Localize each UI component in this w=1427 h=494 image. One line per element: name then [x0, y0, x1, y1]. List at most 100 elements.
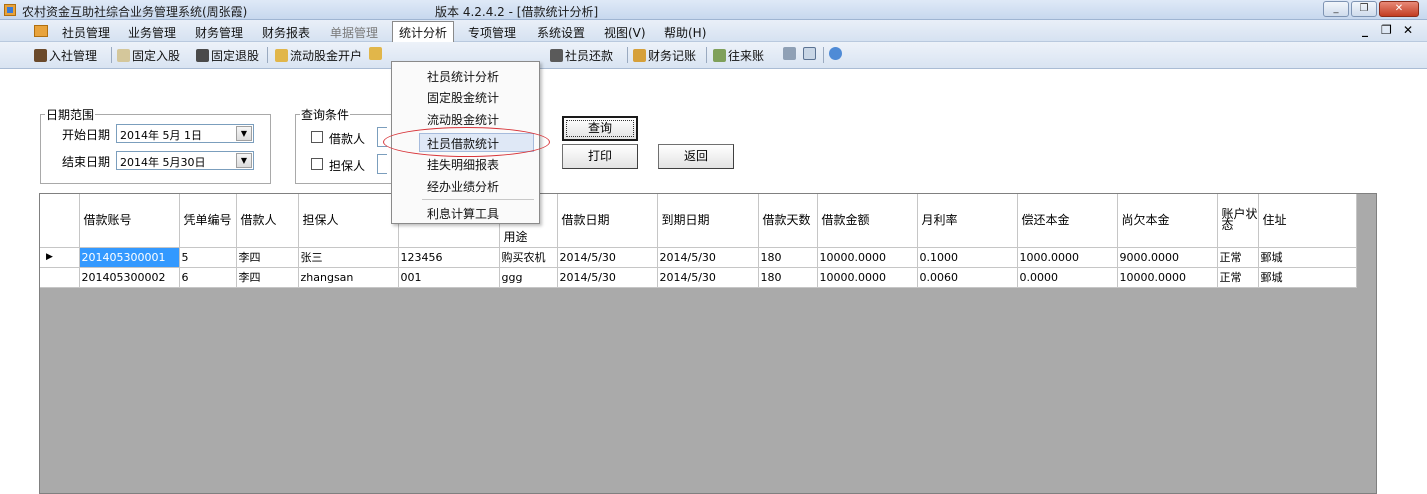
column-header[interactable]: 担保人 — [298, 194, 399, 248]
menu-business-management[interactable]: 业务管理 — [128, 24, 176, 41]
toolbar-repay-button[interactable]: 社员还款 — [550, 47, 613, 64]
mdi-close-button[interactable]: ✕ — [1403, 23, 1413, 37]
table-cell[interactable]: 2014/5/30 — [557, 267, 658, 288]
menu-special-management[interactable]: 专项管理 — [468, 24, 516, 41]
table-cell[interactable]: ggg — [499, 267, 558, 288]
toolbar-fixed-share-button[interactable]: 固定入股 — [117, 47, 180, 64]
mdi-restore-button[interactable]: ❐ — [1381, 23, 1392, 37]
table-cell[interactable]: 5 — [179, 247, 237, 268]
table-cell[interactable]: zhangsan — [298, 267, 399, 288]
chevron-down-icon[interactable]: ▼ — [236, 153, 252, 168]
menu-view[interactable]: 视图(V) — [604, 24, 646, 41]
guarantor-label: 担保人 — [329, 159, 366, 173]
table-cell[interactable]: 鄄城 — [1258, 267, 1357, 288]
guarantor-input[interactable] — [377, 154, 387, 174]
toolbar-bookkeeping-button[interactable]: 财务记账 — [633, 47, 696, 64]
table-cell[interactable]: 201405300002 — [79, 267, 180, 288]
toolbar-preview-button[interactable] — [803, 47, 818, 61]
table-cell[interactable]: 2014/5/30 — [657, 247, 759, 268]
table-cell[interactable]: 123456 — [398, 247, 500, 268]
table-cell[interactable]: 2014/5/30 — [657, 267, 759, 288]
column-header[interactable]: 尚欠本金 — [1117, 194, 1218, 248]
table-cell[interactable]: 购买农机 — [499, 247, 558, 268]
table-cell[interactable]: 201405300001 — [79, 247, 180, 268]
column-header[interactable]: 账户状态 — [1217, 194, 1259, 248]
end-date-picker[interactable]: 2014年 5月30日 ▼ — [116, 151, 254, 170]
column-header[interactable]: 到期日期 — [657, 194, 759, 248]
back-button[interactable]: 返回 — [658, 144, 734, 169]
query-condition-legend: 查询条件 — [301, 108, 350, 122]
toolbar-withdraw-share-button[interactable]: 固定退股 — [196, 47, 259, 64]
column-header[interactable]: 月利率 — [917, 194, 1018, 248]
close-button[interactable]: ✕ — [1379, 1, 1419, 17]
table-cell[interactable]: 正常 — [1217, 247, 1259, 268]
menu-item-loss-report[interactable]: 挂失明细报表 — [427, 156, 499, 173]
query-button[interactable]: 查询 — [562, 116, 638, 141]
chevron-down-icon[interactable]: ▼ — [236, 126, 252, 141]
toolbar-print-button[interactable] — [783, 47, 798, 61]
menu-system-settings[interactable]: 系统设置 — [537, 24, 585, 41]
date-range-group: 日期范围 — [40, 106, 271, 184]
menu-finance-reports[interactable]: 财务报表 — [262, 24, 310, 41]
mdi-child-icon — [34, 25, 48, 37]
refresh-icon — [829, 47, 842, 60]
menu-statistics[interactable]: 统计分析 — [392, 21, 455, 42]
menu-item-operator-performance[interactable]: 经办业绩分析 — [427, 178, 499, 195]
fixed-share-icon — [117, 49, 130, 62]
table-cell[interactable]: 0.0000 — [1017, 267, 1118, 288]
table-row[interactable]: ▶ 201405300001 5 李四 张三 123456 购买农机 2014/… — [40, 247, 1357, 268]
table-cell[interactable]: 9000.0000 — [1117, 247, 1218, 268]
table-cell[interactable]: 0.1000 — [917, 247, 1018, 268]
table-cell[interactable]: 张三 — [298, 247, 399, 268]
menu-item-interest-calculator[interactable]: 利息计算工具 — [427, 205, 499, 222]
table-cell[interactable]: 10000.0000 — [817, 247, 918, 268]
toolbar-open-account-button[interactable]: 流动股金开户 — [275, 47, 362, 64]
borrower-checkbox[interactable] — [311, 131, 323, 143]
print-preview-icon — [803, 47, 816, 60]
printer-icon — [783, 47, 796, 60]
menu-finance-management[interactable]: 财务管理 — [195, 24, 243, 41]
table-cell[interactable]: 0.0060 — [917, 267, 1018, 288]
column-header[interactable]: 住址 — [1258, 194, 1357, 248]
toolbar-join-button[interactable]: 入社管理 — [34, 47, 97, 64]
table-cell[interactable]: 10000.0000 — [1117, 267, 1218, 288]
mdi-minimize-button[interactable]: _ — [1362, 23, 1368, 37]
column-header[interactable]: 借款天数 — [758, 194, 818, 248]
table-cell[interactable]: 180 — [758, 267, 818, 288]
toolbar-separator — [823, 47, 824, 63]
start-date-picker[interactable]: 2014年 5月 1日 ▼ — [116, 124, 254, 143]
table-row[interactable]: 201405300002 6 李四 zhangsan 001 ggg 2014/… — [40, 267, 1357, 288]
title-bar: 农村资金互助社综合业务管理系统(周张霞) 版本 4.2.4.2 - [借款统计分… — [0, 0, 1427, 20]
column-header[interactable]: 偿还本金 — [1017, 194, 1118, 248]
table-cell[interactable]: 李四 — [236, 267, 299, 288]
guarantor-checkbox[interactable] — [311, 158, 323, 170]
toolbar-accounts-button[interactable]: 往来账 — [713, 47, 764, 64]
table-cell[interactable]: 180 — [758, 247, 818, 268]
menu-member-management[interactable]: 社员管理 — [62, 24, 110, 41]
minimize-button[interactable]: _ — [1323, 1, 1349, 17]
table-cell[interactable]: 李四 — [236, 247, 299, 268]
toolbar: 入社管理 固定入股 固定退股 流动股金开户 社员还款 财务记账 往来账 — [0, 42, 1427, 69]
column-header[interactable]: 借款人 — [236, 194, 299, 248]
toolbar-more-button[interactable] — [369, 47, 384, 61]
menu-document-management[interactable]: 单据管理 — [330, 24, 378, 41]
exchange-icon — [713, 49, 726, 62]
table-cell[interactable]: 1000.0000 — [1017, 247, 1118, 268]
restore-button[interactable]: ❐ — [1351, 1, 1377, 17]
table-cell[interactable]: 2014/5/30 — [557, 247, 658, 268]
menu-item-fixed-share-stats[interactable]: 固定股金统计 — [427, 89, 499, 106]
toolbar-refresh-button[interactable] — [829, 47, 844, 61]
menu-item-member-stats[interactable]: 社员统计分析 — [427, 68, 499, 85]
table-cell[interactable]: 10000.0000 — [817, 267, 918, 288]
menu-item-floating-share-stats[interactable]: 流动股金统计 — [427, 111, 499, 128]
print-button[interactable]: 打印 — [562, 144, 638, 169]
column-header[interactable]: 借款日期 — [557, 194, 658, 248]
menu-help[interactable]: 帮助(H) — [664, 24, 706, 41]
column-header[interactable]: 借款账号 — [79, 194, 180, 248]
table-cell[interactable]: 正常 — [1217, 267, 1259, 288]
table-cell[interactable]: 鄄城 — [1258, 247, 1357, 268]
column-header[interactable]: 借款金额 — [817, 194, 918, 248]
table-cell[interactable]: 6 — [179, 267, 237, 288]
column-header[interactable]: 凭单编号 — [179, 194, 237, 248]
table-cell[interactable]: 001 — [398, 267, 500, 288]
